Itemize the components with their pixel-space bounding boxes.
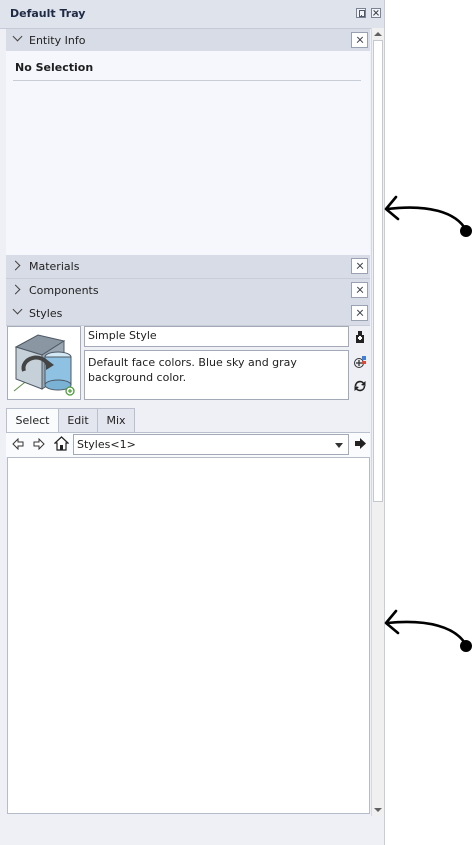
styles-tabs: Select Edit Mix [6, 408, 370, 433]
styles-nav-row: Styles<1> [6, 433, 370, 457]
forward-arrow-icon[interactable] [33, 438, 45, 450]
chevron-down-icon [12, 304, 23, 315]
chevron-right-icon [10, 260, 21, 271]
annotation-arrow-icon [384, 609, 472, 652]
style-preview-icon [8, 327, 80, 399]
chevron-down-icon [12, 31, 23, 42]
update-style-icon[interactable] [353, 355, 367, 369]
tray-titlebar: Default Tray [0, 0, 384, 29]
styles-body: Simple Style Default face colors. Blue s… [6, 326, 370, 404]
chevron-right-icon [10, 284, 21, 295]
tab-mix[interactable]: Mix [97, 408, 135, 432]
selection-status: No Selection [15, 61, 94, 74]
entity-info-label: Entity Info [29, 34, 86, 47]
styles-collection-dropdown[interactable]: Styles<1> [73, 434, 349, 455]
home-icon[interactable] [54, 436, 69, 451]
dropdown-value: Styles<1> [77, 438, 136, 451]
tray-title: Default Tray [10, 7, 86, 20]
chevron-down-icon [335, 443, 343, 448]
components-label: Components [29, 284, 99, 297]
close-icon[interactable] [351, 258, 368, 274]
materials-header[interactable]: Materials [6, 255, 370, 279]
entity-info-body: No Selection [6, 51, 370, 255]
details-arrow-icon[interactable] [354, 437, 367, 450]
materials-label: Materials [29, 260, 80, 273]
styles-label: Styles [29, 307, 63, 320]
close-icon[interactable] [351, 32, 368, 48]
close-icon[interactable] [351, 282, 368, 298]
style-thumbnail [7, 326, 81, 400]
refresh-icon[interactable] [353, 379, 367, 393]
default-tray: Default Tray Entity Info No Selection Ma… [0, 0, 385, 845]
tab-select[interactable]: Select [6, 408, 59, 433]
style-description-field[interactable]: Default face colors. Blue sky and gray b… [84, 350, 349, 400]
styles-header[interactable]: Styles [6, 302, 370, 326]
style-list[interactable] [7, 457, 370, 814]
scroll-down-icon[interactable] [374, 808, 382, 812]
style-name-field[interactable]: Simple Style [84, 326, 349, 347]
tab-edit[interactable]: Edit [58, 408, 98, 432]
close-icon[interactable] [371, 8, 381, 18]
scroll-thumb[interactable] [373, 40, 383, 502]
annotation-arrow-icon [384, 195, 472, 237]
create-style-icon[interactable] [353, 330, 367, 344]
entity-info-header[interactable]: Entity Info [6, 29, 370, 53]
divider [13, 80, 361, 81]
tray-scrollbar[interactable] [371, 28, 384, 816]
close-icon[interactable] [351, 305, 368, 321]
back-arrow-icon[interactable] [12, 438, 24, 450]
pin-icon[interactable] [356, 8, 366, 18]
scroll-up-icon[interactable] [374, 32, 382, 36]
components-header[interactable]: Components [6, 279, 370, 303]
